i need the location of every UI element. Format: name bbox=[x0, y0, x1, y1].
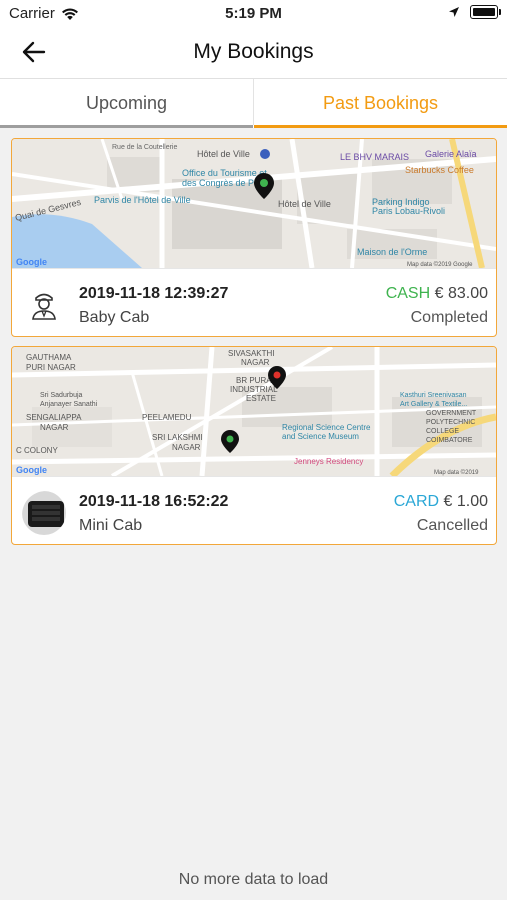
payment-info: CARD € 1.00 bbox=[394, 493, 488, 511]
tab-past-bookings[interactable]: Past Bookings bbox=[254, 79, 507, 128]
map-label: GOVERNMENT bbox=[426, 410, 477, 417]
map-label: Anjanayer Sanathi bbox=[40, 401, 98, 408]
map-label: PURI NAGAR bbox=[26, 363, 76, 372]
map-label: Sri Sadurbuja bbox=[40, 392, 83, 399]
driver-photo-icon bbox=[22, 491, 66, 535]
cab-type: Baby Cab bbox=[79, 309, 150, 326]
map-attribution: Map data ©2019 bbox=[434, 469, 479, 476]
map-label: and Science Museum bbox=[282, 432, 359, 441]
map-label: Hôtel de Ville bbox=[197, 149, 250, 159]
map-label: Art Gallery & Textile... bbox=[400, 401, 467, 408]
map-label: NAGAR bbox=[241, 358, 270, 367]
driver-avatar bbox=[22, 283, 66, 327]
booking-status: Completed bbox=[410, 309, 488, 326]
booking-details: 2019-11-18 12:39:27 Baby Cab CASH € 83.0… bbox=[12, 268, 496, 336]
google-logo: Google bbox=[16, 257, 47, 267]
status-bar: Carrier 5:19 PM bbox=[0, 0, 507, 28]
tab-upcoming[interactable]: Upcoming bbox=[0, 79, 253, 128]
map-label: SIVASAKTHI bbox=[228, 349, 275, 358]
map-label: Kasthuri Sreenivasan bbox=[400, 392, 467, 399]
payment-mode: CASH bbox=[385, 285, 431, 302]
map-label: LE BHV MARAIS bbox=[340, 152, 409, 162]
map-label: Office du Tourisme et bbox=[182, 168, 267, 178]
payment-info: CASH € 83.00 bbox=[386, 285, 488, 303]
booking-datetime: 2019-11-18 16:52:22 bbox=[79, 493, 229, 510]
map-label: POLYTECHNIC bbox=[426, 419, 475, 426]
map-label: C COLONY bbox=[16, 446, 58, 455]
map-label: GAUTHAMA bbox=[26, 353, 72, 362]
tab-bar: Upcoming Past Bookings bbox=[0, 79, 507, 128]
nav-bar: My Bookings bbox=[0, 28, 507, 79]
map-label: NAGAR bbox=[172, 443, 201, 452]
map-label: COIMBATORE bbox=[426, 437, 473, 444]
map-label: Regional Science Centre bbox=[282, 423, 371, 432]
no-more-data-message: No more data to load bbox=[178, 871, 329, 888]
page-title: My Bookings bbox=[193, 40, 314, 63]
driver-icon bbox=[22, 283, 66, 327]
map-label: Rue de la Coutellerie bbox=[112, 144, 177, 151]
map-label: Paris Lobau-Rivoli bbox=[372, 206, 445, 216]
map-label: NAGAR bbox=[40, 423, 69, 432]
driver-avatar bbox=[22, 491, 66, 535]
map-label: SENGALIAPPA bbox=[26, 413, 82, 422]
map-label: Hôtel de Ville bbox=[278, 199, 331, 209]
booking-datetime: 2019-11-18 12:39:27 bbox=[79, 285, 229, 302]
booking-status: Cancelled bbox=[416, 517, 488, 534]
map-preview-coimbatore: GAUTHAMA PURI NAGAR SIVASAKTHI NAGAR BR … bbox=[12, 347, 496, 476]
map-label: INDUSTRIAL bbox=[230, 385, 278, 394]
map-label: PEELAMEDU bbox=[142, 413, 192, 422]
map-label: Maison de l'Orme bbox=[357, 247, 427, 257]
google-logo: Google bbox=[16, 465, 47, 475]
map-label: Starbucks Coffee bbox=[405, 165, 474, 175]
battery-icon bbox=[470, 5, 501, 19]
location-arrow-icon bbox=[449, 7, 459, 17]
metro-icon bbox=[260, 149, 270, 159]
map-label: Parvis de l'Hôtel de Ville bbox=[94, 195, 191, 205]
booking-details: 2019-11-18 16:52:22 Mini Cab CARD € 1.00… bbox=[12, 476, 496, 544]
status-time: 5:19 PM bbox=[225, 5, 282, 22]
map-label: Galerie Alaïa bbox=[425, 149, 477, 159]
booking-card[interactable]: Rue de la Coutellerie Hôtel de Ville LE … bbox=[11, 138, 497, 337]
payment-mode: CARD bbox=[393, 493, 440, 510]
map-label: ESTATE bbox=[246, 394, 276, 403]
booking-card[interactable]: GAUTHAMA PURI NAGAR SIVASAKTHI NAGAR BR … bbox=[11, 346, 497, 545]
fare-amount: € 83.00 bbox=[434, 285, 488, 302]
fare-amount: € 1.00 bbox=[443, 493, 488, 510]
map-label: SRI LAKSHMI bbox=[152, 433, 203, 442]
cab-type: Mini Cab bbox=[79, 517, 143, 534]
map-label: Jenneys Residency bbox=[294, 457, 363, 466]
map-label: COLLEGE bbox=[426, 428, 459, 435]
map-preview-paris: Rue de la Coutellerie Hôtel de Ville LE … bbox=[12, 139, 496, 268]
map-attribution: Map data ©2019 Google bbox=[407, 261, 473, 268]
status-right bbox=[448, 5, 501, 19]
